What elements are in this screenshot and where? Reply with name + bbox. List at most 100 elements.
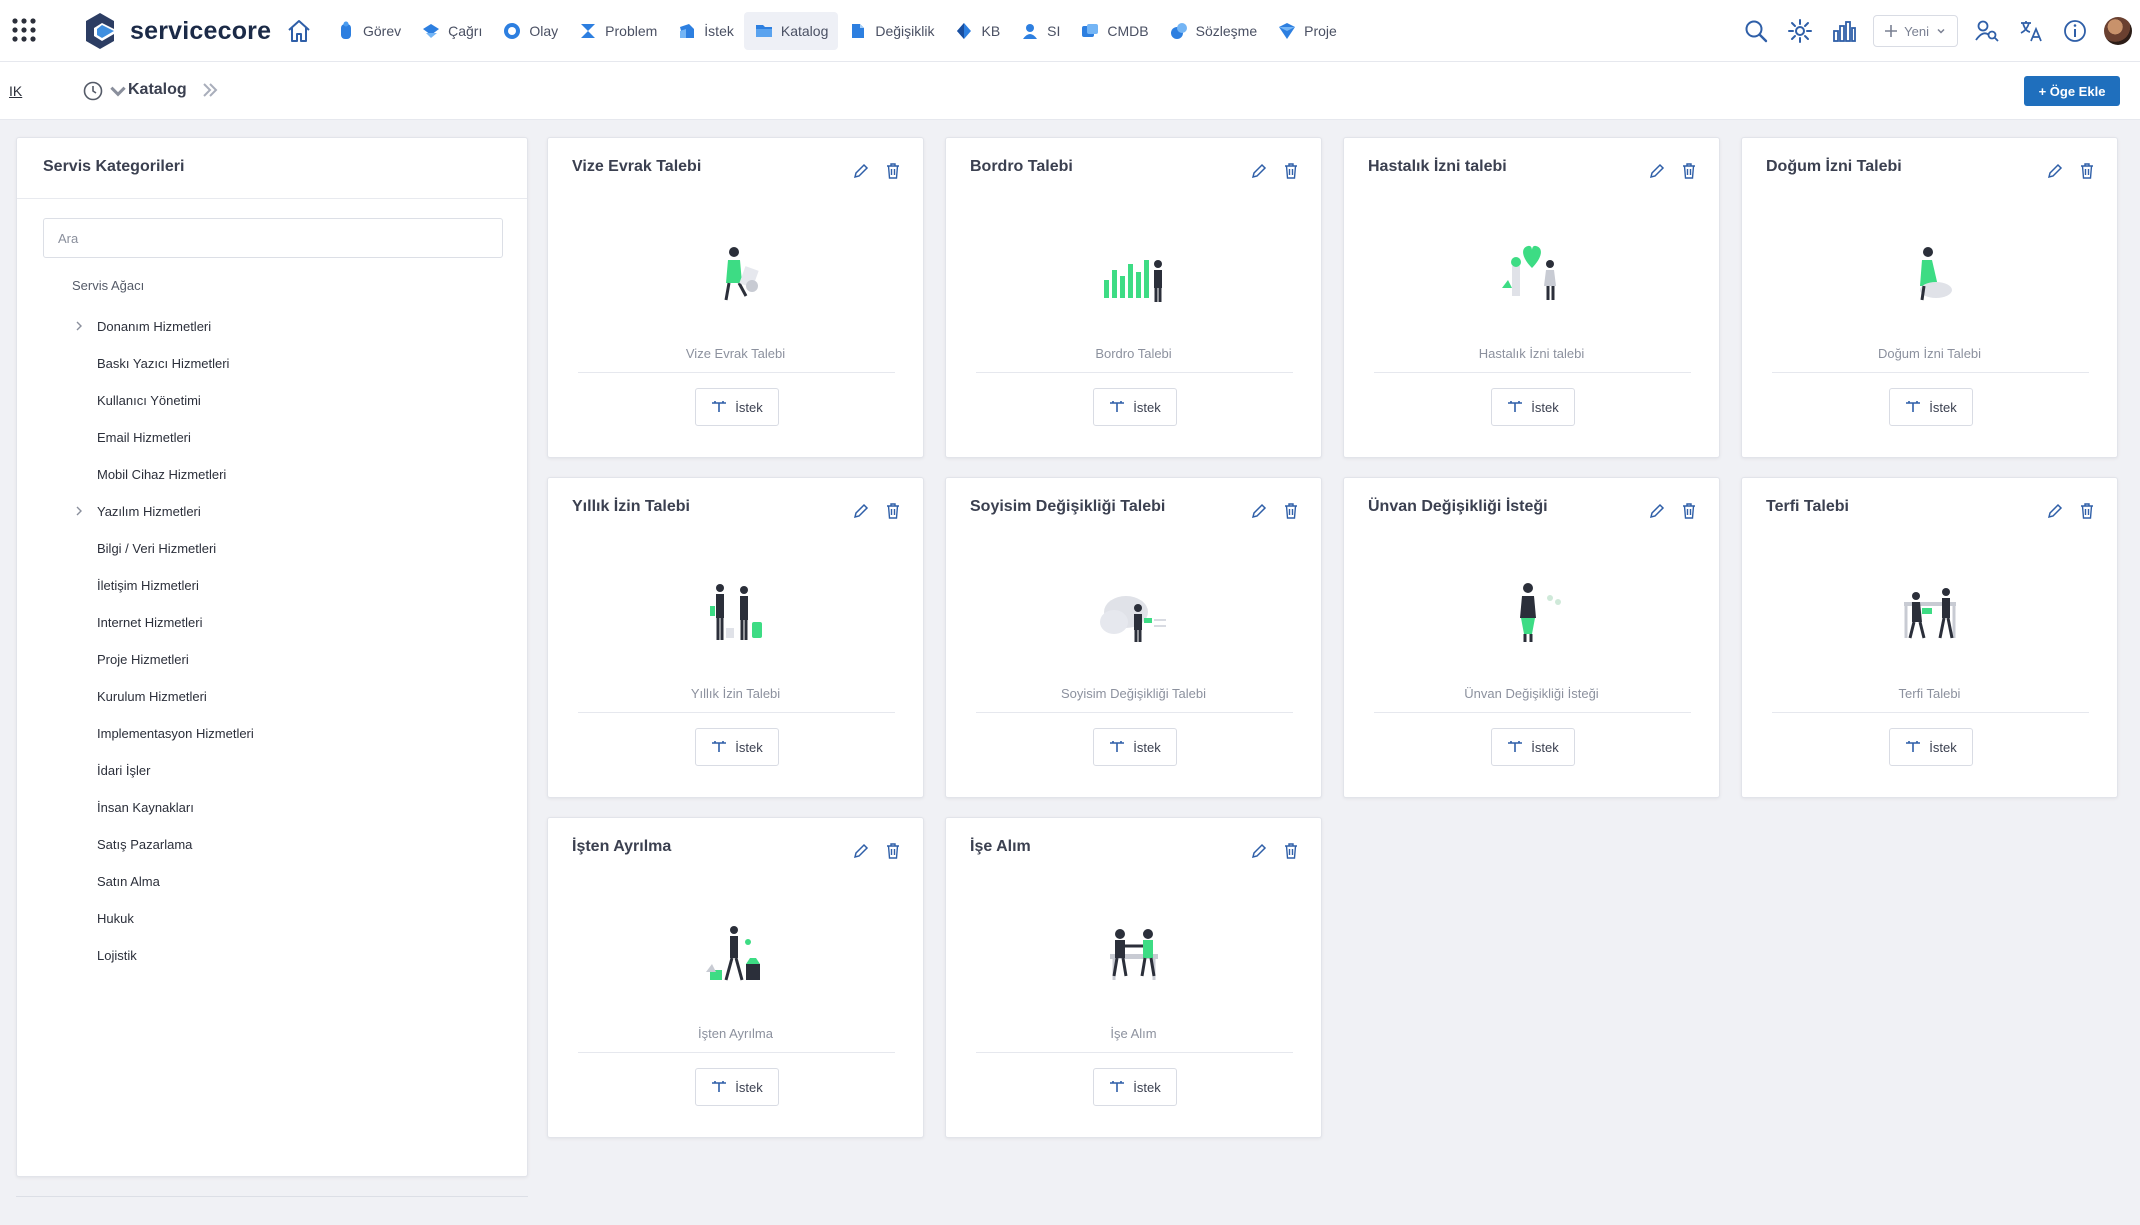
trash-icon[interactable]: [884, 502, 902, 520]
tree-item-internet-hizmetleri[interactable]: Internet Hizmetleri: [67, 604, 507, 641]
nav-item-degisiklik[interactable]: Değişiklik: [838, 12, 944, 50]
ik-back-link[interactable]: IK: [9, 83, 22, 99]
change-icon: [852, 24, 865, 38]
edit-pencil-icon[interactable]: [1250, 162, 1268, 180]
reports-chart-icon[interactable]: [1829, 16, 1859, 46]
divider: [1772, 372, 2089, 373]
nav-item-olay[interactable]: Olay: [492, 12, 568, 50]
catalog-card[interactable]: Hastalık İzni talebi Hastalık İzni taleb…: [1343, 137, 1720, 458]
tree-item-satin-alma[interactable]: Satın Alma: [67, 863, 507, 900]
tree-item-donanim-hizmetleri[interactable]: Donanım Hizmetleri: [67, 308, 507, 345]
si-icon: [1023, 24, 1038, 39]
tree-root-label[interactable]: Servis Ağacı: [72, 278, 144, 293]
trash-icon[interactable]: [1282, 502, 1300, 520]
task-icon: [341, 21, 351, 39]
request-button[interactable]: İstek: [1889, 728, 1973, 766]
trash-icon[interactable]: [884, 842, 902, 860]
request-button[interactable]: İstek: [1491, 388, 1575, 426]
tree-item-lojistik[interactable]: Lojistik: [67, 937, 507, 974]
catalog-card[interactable]: Yıllık İzin Talebi Yıllık İzin Talebi İs…: [547, 477, 924, 798]
edit-pencil-icon[interactable]: [2046, 162, 2064, 180]
catalog-card[interactable]: Ünvan Değişikliği İsteği Ünvan Değişikli…: [1343, 477, 1720, 798]
chevron-right-icon[interactable]: [73, 505, 85, 517]
cmdb-icon: [1082, 24, 1099, 37]
request-button[interactable]: İstek: [1093, 388, 1177, 426]
home-icon[interactable]: [286, 18, 312, 44]
trash-icon[interactable]: [1282, 162, 1300, 180]
tree-item-yazilim-hizmetleri[interactable]: Yazılım Hizmetleri: [67, 493, 507, 530]
nav-item-sozlesme[interactable]: Sözleşme: [1159, 12, 1267, 50]
card-subtitle: Terfi Talebi: [1898, 686, 1961, 701]
edit-pencil-icon[interactable]: [1648, 502, 1666, 520]
divider: [1374, 372, 1691, 373]
catalog-card[interactable]: Doğum İzni Talebi Doğum İzni Talebi İste…: [1741, 137, 2118, 458]
trash-icon[interactable]: [1680, 162, 1698, 180]
tree-item-email-hizmetleri[interactable]: Email Hizmetleri: [67, 419, 507, 456]
tree-item-insan-kaynaklari[interactable]: İnsan Kaynakları: [67, 789, 507, 826]
apps-grid-icon[interactable]: [10, 16, 38, 44]
edit-pencil-icon[interactable]: [1648, 162, 1666, 180]
chevron-right-icon[interactable]: [73, 320, 85, 332]
tree-item-idari-isler[interactable]: İdari İşler: [67, 752, 507, 789]
add-item-button[interactable]: + Öge Ekle: [2024, 76, 2120, 106]
history-dropdown[interactable]: [82, 80, 129, 102]
tree-item-implementasyon-hizmetleri[interactable]: Implementasyon Hizmetleri: [67, 715, 507, 752]
catalog-card[interactable]: İşe Alım İşe Alım İstek: [945, 817, 1322, 1138]
trash-icon[interactable]: [1680, 502, 1698, 520]
edit-pencil-icon[interactable]: [852, 842, 870, 860]
category-tree: Donanım Hizmetleri Baskı Yazıcı Hizmetle…: [67, 308, 507, 974]
new-dropdown-button[interactable]: Yeni: [1873, 15, 1958, 47]
trash-icon[interactable]: [2078, 502, 2096, 520]
request-button[interactable]: İstek: [1491, 728, 1575, 766]
request-button[interactable]: İstek: [695, 388, 779, 426]
category-search-input[interactable]: [43, 218, 503, 258]
edit-pencil-icon[interactable]: [852, 502, 870, 520]
trash-icon[interactable]: [1282, 842, 1300, 860]
user-search-icon[interactable]: [1972, 16, 2002, 46]
tree-item-kurulum-hizmetleri[interactable]: Kurulum Hizmetleri: [67, 678, 507, 715]
tree-item-iletisim-hizmetleri[interactable]: İletişim Hizmetleri: [67, 567, 507, 604]
nav-item-si[interactable]: SI: [1010, 12, 1070, 50]
request-button[interactable]: İstek: [1093, 728, 1177, 766]
info-icon[interactable]: [2060, 16, 2090, 46]
catalog-card[interactable]: Vize Evrak Talebi Vize Evrak Talebi İste…: [547, 137, 924, 458]
trash-icon[interactable]: [2078, 162, 2096, 180]
clock-icon: [83, 81, 103, 101]
nav-item-kb[interactable]: KB: [944, 12, 1010, 50]
brand-logo[interactable]: servicecore: [80, 10, 271, 52]
request-button[interactable]: İstek: [1889, 388, 1973, 426]
edit-pencil-icon[interactable]: [1250, 502, 1268, 520]
search-icon[interactable]: [1741, 16, 1771, 46]
tree-item-baski-yazici-hizmetleri[interactable]: Baskı Yazıcı Hizmetleri: [67, 345, 507, 382]
tree-item-proje-hizmetleri[interactable]: Proje Hizmetleri: [67, 641, 507, 678]
settings-gear-icon[interactable]: [1785, 16, 1815, 46]
catalog-card[interactable]: Bordro Talebi Bordro Talebi İstek: [945, 137, 1322, 458]
request-button[interactable]: İstek: [695, 1068, 779, 1106]
nav-item-cagri[interactable]: Çağrı: [411, 12, 492, 50]
nav-item-problem[interactable]: Problem: [568, 12, 667, 50]
catalog-card[interactable]: Soyisim Değişikliği Talebi Soyisim Değiş…: [945, 477, 1322, 798]
catalog-card[interactable]: İşten Ayrılma İşten Ayrılma İstek: [547, 817, 924, 1138]
request-tag-icon: [1508, 401, 1523, 412]
trash-icon[interactable]: [884, 162, 902, 180]
nav-item-katalog[interactable]: Katalog: [743, 12, 839, 50]
nav-item-istek[interactable]: İstek: [667, 12, 744, 50]
tree-item-kullanici-yonetimi[interactable]: Kullanıcı Yönetimi: [67, 382, 507, 419]
nav-item-proje[interactable]: Proje: [1267, 12, 1347, 50]
catalog-card[interactable]: Terfi Talebi Terfi Talebi İstek: [1741, 477, 2118, 798]
tree-item-mobil-cihaz-hizmetleri[interactable]: Mobil Cihaz Hizmetleri: [67, 456, 507, 493]
nav-item-cmdb[interactable]: CMDB: [1070, 12, 1158, 50]
nav-item-gorev[interactable]: Görev: [326, 12, 411, 50]
edit-pencil-icon[interactable]: [852, 162, 870, 180]
divider: [16, 1196, 528, 1197]
language-translate-icon[interactable]: [2016, 16, 2046, 46]
tree-item-hukuk[interactable]: Hukuk: [67, 900, 507, 937]
user-avatar[interactable]: [2104, 17, 2132, 45]
request-button[interactable]: İstek: [1093, 1068, 1177, 1106]
edit-pencil-icon[interactable]: [1250, 842, 1268, 860]
request-button[interactable]: İstek: [695, 728, 779, 766]
edit-pencil-icon[interactable]: [2046, 502, 2064, 520]
tree-item-satis-pazarlama[interactable]: Satış Pazarlama: [67, 826, 507, 863]
tree-item-bilgi-veri-hizmetleri[interactable]: Bilgi / Veri Hizmetleri: [67, 530, 507, 567]
card-subtitle: Yıllık İzin Talebi: [690, 686, 781, 701]
